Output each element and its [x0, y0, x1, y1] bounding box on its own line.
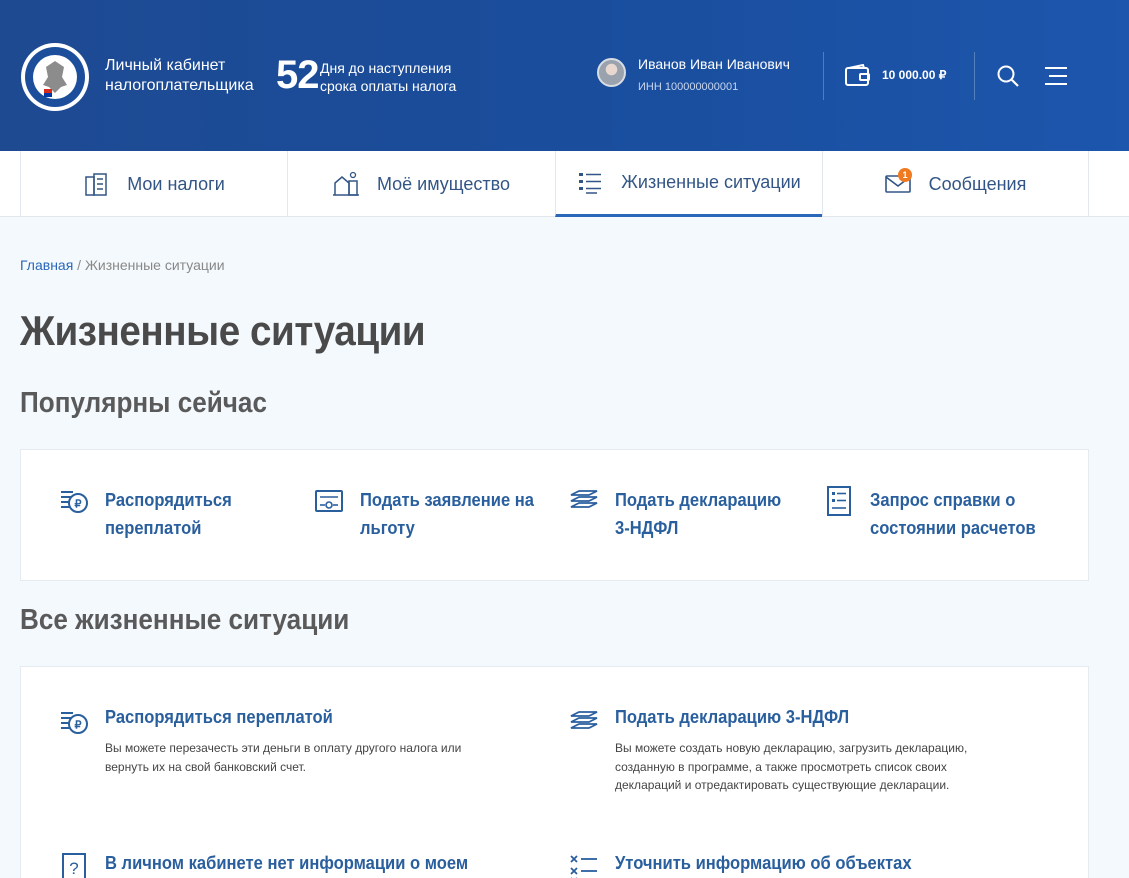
wallet-icon[interactable]: [845, 64, 871, 86]
page-title: Жизненные ситуации: [20, 307, 426, 354]
top-header: Личный кабинет налогоплательщика 52 Дня …: [0, 0, 1129, 151]
situation-clarify-objects[interactable]: Уточнить информацию об объектах: [569, 853, 1039, 878]
situation-declaration[interactable]: Подать декларацию 3-НДФЛ Вы можете созда…: [569, 707, 1039, 817]
benefit-card-icon: [315, 490, 343, 512]
brand-title: Личный кабинет налогоплательщика: [105, 56, 254, 96]
search-icon[interactable]: [996, 64, 1020, 88]
breadcrumb-separator: /: [73, 257, 85, 273]
svg-text:₽: ₽: [75, 499, 82, 511]
tab-life-situations[interactable]: Жизненные ситуации: [555, 151, 822, 217]
ruble-coins-icon: ₽: [61, 491, 88, 513]
popular-item-overpayment[interactable]: ₽ Распорядиться переплатой: [59, 486, 295, 542]
situation-title: Подать декларацию 3-НДФЛ: [615, 707, 850, 727]
ruble-coins-icon: ₽: [61, 712, 88, 734]
days-line-1: Дня до наступления: [320, 60, 452, 76]
list-icon: [579, 172, 602, 194]
tab-label: Жизненные ситуации: [621, 172, 801, 192]
svg-text:₽: ₽: [75, 720, 82, 732]
balance[interactable]: 10 000.00 ₽: [882, 68, 946, 82]
checklist-icon: [570, 855, 597, 878]
main-nav: Мои налоги Моё имущество Жизненные ситуа…: [0, 151, 1129, 217]
situation-description: Вы можете перезачесть эти деньги в оплат…: [105, 741, 462, 774]
document-list-icon: [827, 486, 851, 516]
tab-label: Мои налоги: [127, 173, 225, 194]
user-inn: ИНН 100000000001: [638, 81, 739, 93]
property-icon: [332, 171, 359, 196]
popular-card: ₽ Распорядиться переплатой Подать заявле…: [20, 449, 1089, 581]
avatar[interactable]: [597, 58, 626, 87]
situation-description: Вы можете создать новую декларацию, загр…: [615, 741, 968, 792]
tab-label: Моё имущество: [376, 173, 511, 194]
popular-item-statement[interactable]: Запрос справки о состоянии расчетов: [824, 486, 1060, 542]
header-divider: [974, 52, 975, 100]
fns-logo-icon[interactable]: [20, 41, 90, 113]
days-line-2: срока оплаты налога: [320, 78, 457, 94]
breadcrumb-current: Жизненные ситуации: [84, 257, 225, 273]
breadcrumb-home-link[interactable]: Главная: [20, 257, 73, 273]
all-situations-card: ₽ Распорядиться переплатой Вы можете пер…: [20, 666, 1089, 878]
header-divider: [823, 52, 824, 100]
tab-messages[interactable]: Сообщения: [822, 151, 1089, 217]
brand-line-1: Личный кабинет: [105, 57, 226, 74]
popular-item-declaration[interactable]: Подать декларацию 3-НДФЛ: [569, 486, 805, 542]
question-icon: ?: [62, 853, 86, 878]
declaration-icon: [570, 711, 598, 729]
days-counter: 52: [276, 53, 319, 97]
tab-my-property[interactable]: Моё имущество: [287, 151, 555, 217]
taxes-icon: [85, 173, 107, 196]
popular-item-benefit[interactable]: Подать заявление на льготу: [314, 486, 550, 542]
messages-badge: 1: [898, 168, 912, 182]
tab-my-taxes[interactable]: Мои налоги: [20, 151, 287, 217]
situation-title: Распорядиться переплатой: [105, 707, 333, 727]
brand-line-2: налогоплательщика: [105, 77, 254, 94]
situation-overpayment[interactable]: ₽ Распорядиться переплатой Вы можете пер…: [59, 707, 529, 817]
menu-icon[interactable]: [1045, 66, 1067, 86]
svg-text:?: ?: [69, 859, 78, 878]
all-section-title: Все жизненные ситуации: [20, 604, 350, 636]
popular-section-title: Популярны сейчас: [20, 387, 267, 419]
declaration-icon: [570, 490, 598, 508]
situation-title: В личном кабинете нет информации о моем: [105, 853, 469, 873]
user-name[interactable]: Иванов Иван Иванович: [638, 56, 790, 72]
popular-item-label: Подать заявление на льготу: [360, 490, 534, 538]
popular-item-label: Запрос справки о состоянии расчетов: [870, 490, 1036, 538]
popular-item-label: Распорядиться переплатой: [105, 490, 232, 538]
breadcrumb: Главная / Жизненные ситуации: [20, 257, 225, 273]
popular-item-label: Подать декларацию 3-НДФЛ: [615, 490, 782, 538]
days-caption: Дня до наступления срока оплаты налога: [320, 59, 456, 95]
situation-title: Уточнить информацию об объектах: [615, 853, 912, 873]
tab-label: Сообщения: [928, 173, 1027, 194]
situation-no-info[interactable]: ? В личном кабинете нет информации о мое…: [59, 853, 529, 878]
